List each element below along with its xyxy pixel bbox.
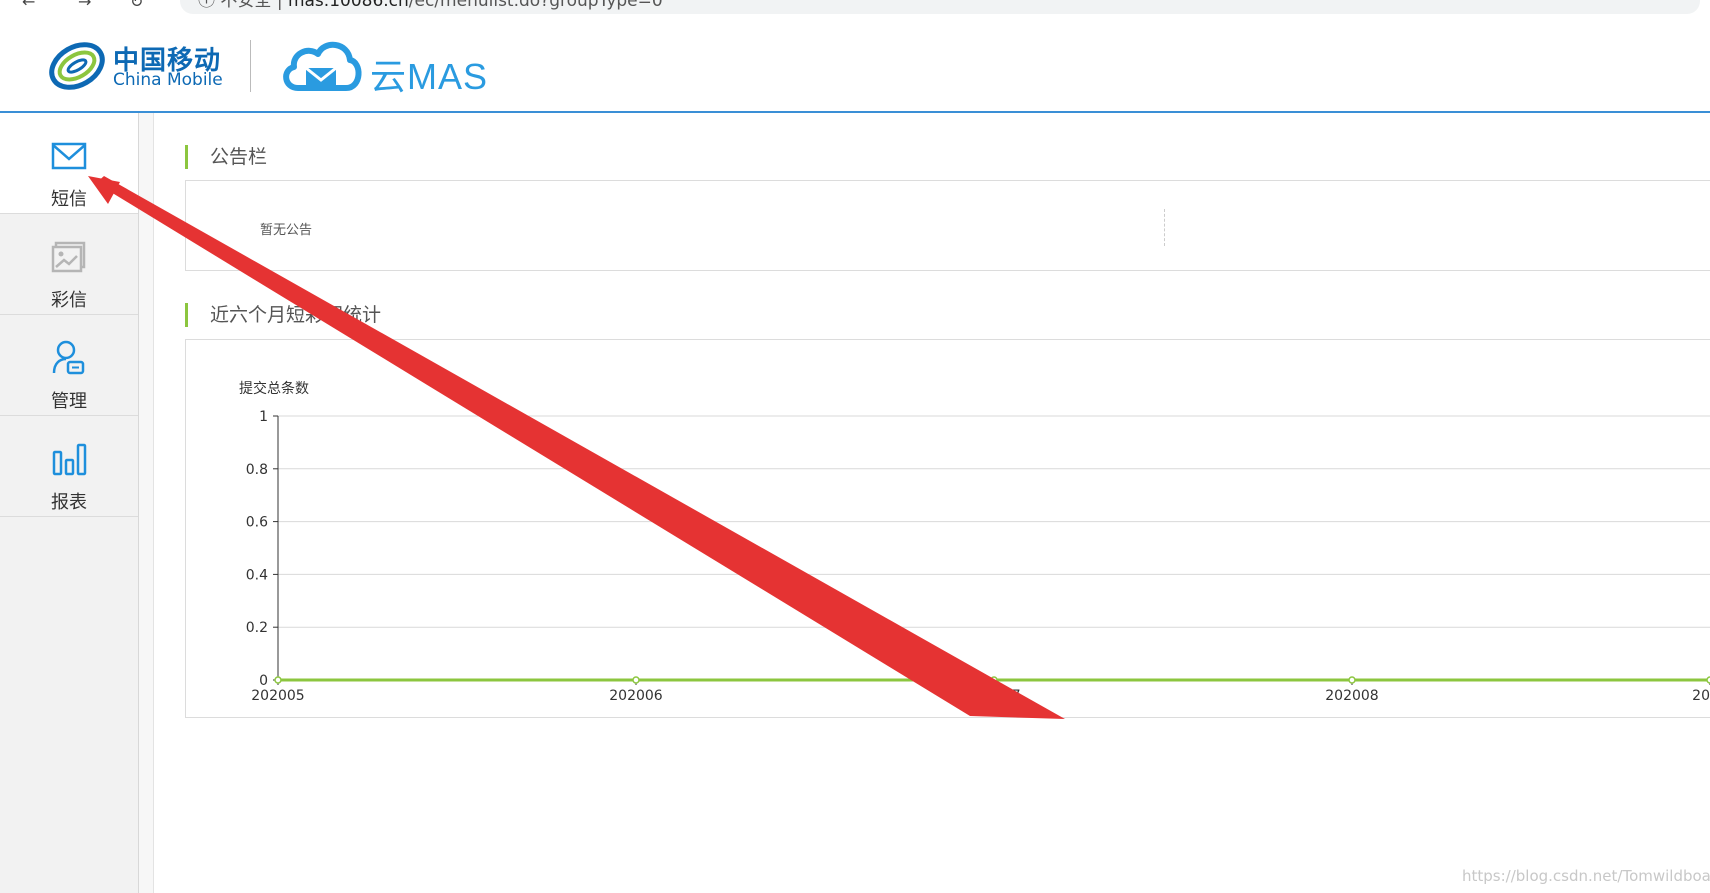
x-tick-label: 202008 [1325,688,1378,704]
notice-divider [1164,209,1165,246]
stats-chart-panel: 提交总条数 0 0.2 0.4 0.6 0.8 1 202005 202006 202007 2… [185,339,1710,718]
data-point [1348,676,1356,684]
sidebar-item-label: 管理 [51,391,87,412]
info-icon[interactable]: ⓘ [198,0,215,11]
y-axis-label: 提交总条数 [239,380,309,397]
sidebar: 短信 彩信 管理 报表 [0,113,139,893]
user-card-icon [52,340,85,375]
notice-title: 公告栏 [185,145,267,169]
url-host: mas.10086.cn [287,0,409,11]
address-bar[interactable]: ⓘ 不安全 | mas.10086.cn/ec/menulist.do?grou… [180,0,1700,14]
notice-empty-text: 暂无公告 [260,223,313,238]
product-name: 云MAS [370,48,488,100]
sidebar-item-sms[interactable]: 短信 [0,113,138,214]
sidebar-item-reports[interactable]: 报表 [0,416,138,517]
x-tick-label: 202005 [251,688,304,704]
sidebar-item-mms[interactable]: 彩信 [0,214,138,315]
data-point [274,676,282,684]
brand-name-en: China Mobile [113,70,223,90]
y-tick-label: 1 [259,409,268,425]
browser-toolbar: ← → ↻ ⓘ 不安全 | mas.10086.cn/ec/menulist.d… [0,0,1710,21]
y-tick-label: 0.4 [246,567,268,583]
security-label: 不安全 [220,0,272,11]
forward-arrow-icon[interactable]: → [78,0,91,11]
sidebar-item-label: 彩信 [51,290,87,311]
notice-panel: 暂无公告 [185,180,1710,271]
x-tick-label: 202006 [609,688,663,704]
back-arrow-icon[interactable]: ← [22,0,35,11]
product-suffix: MAS [407,56,489,97]
stats-title: 近六个月短彩网统计 [185,303,381,327]
reload-icon[interactable]: ↻ [130,0,143,11]
y-tick-label: 0.2 [246,620,268,636]
product-prefix: 云 [370,56,408,97]
china-mobile-logo-icon [49,42,105,90]
picture-message-icon [51,241,86,273]
stats-line-chart: 提交总条数 0 0.2 0.4 0.6 0.8 1 202005 202006 202007 2… [239,380,1710,704]
y-tick-label: 0.6 [246,515,268,531]
data-point [632,676,640,684]
data-point [990,676,998,684]
x-tick-label: 202007 [967,688,1020,704]
bar-chart-icon [52,443,87,476]
sidebar-gutter [139,113,154,893]
cloud-mas-logo-icon [283,42,362,91]
envelope-icon [51,142,87,170]
y-tick-label: 0 [259,673,268,689]
watermark-text: https://blog.csdn.net/Tomwildboar [1462,867,1710,885]
header-divider [250,40,251,92]
app-header: 中国移动 China Mobile 云MAS [0,20,1710,113]
sidebar-item-label: 报表 [51,492,87,513]
y-tick-label: 0.8 [246,462,268,478]
url-path: /ec/menulist.do?groupType=0 [408,0,663,11]
x-tick-label: 2020 [1692,688,1710,704]
sidebar-item-manage[interactable]: 管理 [0,315,138,416]
sidebar-item-label: 短信 [51,189,87,210]
